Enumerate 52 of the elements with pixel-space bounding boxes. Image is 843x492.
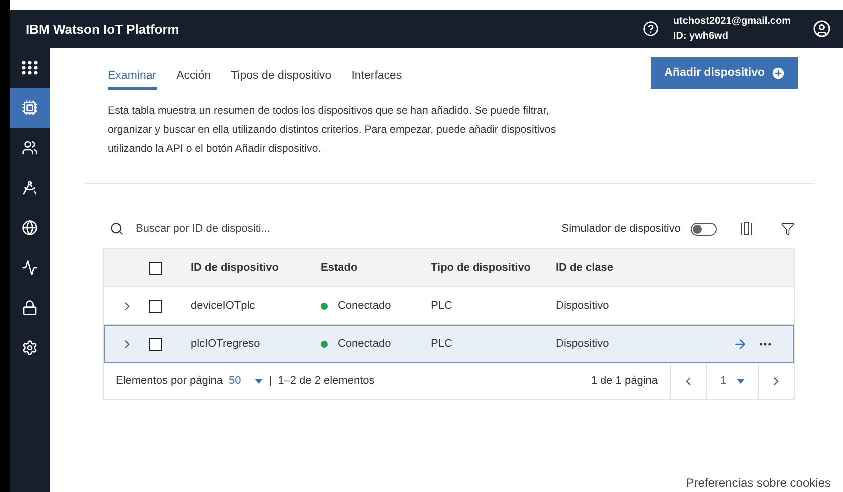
table-cell-text: Dispositivo — [556, 338, 610, 350]
row-checkbox[interactable] — [149, 300, 162, 312]
table-cell-text: deviceIOTplc — [191, 300, 256, 312]
range-text: 1–2 de 2 elementos — [278, 375, 375, 387]
simulator-toggle[interactable] — [691, 222, 717, 236]
table-cell-text: PLC — [431, 338, 454, 350]
search-field[interactable]: Buscar por ID de dispositi... — [134, 222, 552, 236]
people-icon — [22, 140, 38, 156]
column-header: ID de clase — [556, 262, 614, 274]
columns-icon[interactable] — [741, 222, 753, 236]
row-checkbox[interactable] — [149, 338, 162, 350]
separator: | — [269, 375, 272, 387]
caret-icon — [736, 378, 745, 384]
simulator-label: Simulador de dispositivo — [562, 223, 681, 235]
column-header: Estado — [321, 262, 359, 274]
tab[interactable]: Examinar — [108, 56, 157, 90]
table-row[interactable]: plcIOTregreso Conectado PLC Dispositivo — [104, 325, 794, 363]
filter-icon[interactable] — [781, 222, 795, 236]
column-header: Tipo de dispositivo — [431, 262, 532, 274]
settings-icon — [22, 340, 38, 356]
grid-dots-icon — [22, 61, 38, 75]
compass-icon — [22, 180, 38, 196]
help-icon[interactable] — [643, 21, 660, 37]
table-cell-text: Dispositivo — [556, 300, 610, 312]
lock-icon — [22, 300, 38, 316]
globe-icon — [22, 220, 38, 236]
line-chart-icon — [22, 260, 38, 276]
user-id: ID: ywh6wd — [673, 31, 730, 42]
user-email: utchost2021@gmail.com — [673, 16, 791, 27]
arrow-right-icon[interactable] — [733, 336, 748, 352]
table-cell-text: PLC — [431, 300, 454, 312]
tab[interactable]: Interfaces — [352, 56, 402, 90]
search-icon — [110, 222, 124, 236]
table-cell: Conectado — [338, 338, 392, 350]
per-page-select[interactable]: 50 — [229, 375, 264, 387]
chip-icon — [22, 100, 38, 116]
add-device-button[interactable]: Añadir dispositivo — [650, 57, 798, 89]
page-info: 1 de 1 página — [591, 375, 658, 387]
tab[interactable]: Tipos de dispositivo — [231, 56, 332, 90]
plus-icon — [771, 66, 786, 80]
select-all-checkbox[interactable] — [149, 262, 162, 274]
cookie-preferences-link[interactable]: Preferencias sobre cookies — [686, 476, 831, 490]
user-icon[interactable] — [813, 20, 831, 38]
table-cell: Conectado — [338, 300, 392, 312]
table-cell-text: plcIOTregreso — [191, 338, 262, 350]
column-header: ID de dispositivo — [191, 262, 280, 274]
app-title: IBM Watson IoT Platform — [26, 22, 180, 36]
per-page-label: Elementos por página — [116, 375, 224, 387]
page-select[interactable]: 1 — [706, 363, 758, 399]
tab[interactable]: Acción — [176, 56, 212, 90]
description-text: Esta tabla muestra un resumen de todos los dispositivos que se han añadido. Se puede filtrar, organizar y buscar en ella utilizando distintos criterios. Para empezar, puede añadir dispositivos utilizando la API o el botón Añadir dispositivo. — [84, 90, 815, 184]
caret-icon — [255, 378, 264, 384]
